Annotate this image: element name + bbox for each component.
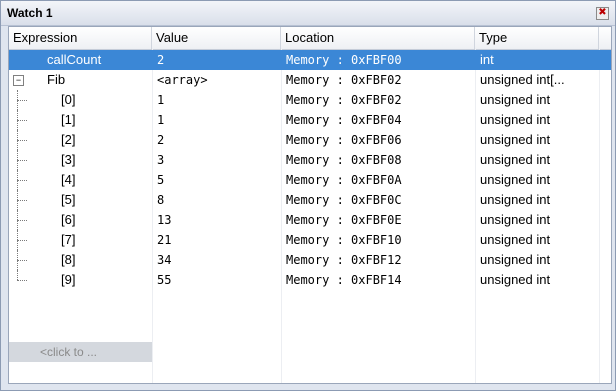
table-row[interactable]: [4] 5 Memory : 0xFBF0A unsigned int bbox=[9, 170, 611, 190]
cell-location: Memory : 0xFBF14 bbox=[286, 273, 402, 287]
tree-branch bbox=[17, 120, 27, 121]
cell-expr: [5] bbox=[61, 192, 76, 207]
table-row[interactable]: [1] 1 Memory : 0xFBF04 unsigned int bbox=[9, 110, 611, 130]
table-row[interactable]: callCount 2 Memory : 0xFBF00 int bbox=[9, 50, 611, 70]
tree-branch bbox=[17, 100, 27, 101]
cell-location: Memory : 0xFBF00 bbox=[286, 53, 402, 67]
cell-value: 2 bbox=[157, 133, 165, 147]
column-header-type[interactable]: Type bbox=[475, 27, 599, 49]
cell-expr: [6] bbox=[61, 212, 76, 227]
cell-value: 55 bbox=[157, 273, 172, 287]
cell-expr: [0] bbox=[61, 92, 76, 107]
tree-branch bbox=[17, 180, 27, 181]
tree-line bbox=[17, 270, 18, 280]
tree-branch bbox=[17, 240, 27, 241]
cell-value: 13 bbox=[157, 213, 172, 227]
watch-grid: Expression Value Location Type callCount… bbox=[8, 26, 612, 384]
add-watch-placeholder[interactable]: <click to ... bbox=[9, 342, 152, 362]
watch-titlebar: Watch 1 ✖ bbox=[1, 1, 615, 26]
cell-type: unsigned int bbox=[480, 192, 551, 207]
cell-type: unsigned int bbox=[480, 132, 551, 147]
table-row[interactable]: [6] 13 Memory : 0xFBF0E unsigned int bbox=[9, 210, 611, 230]
cell-expr: [7] bbox=[61, 232, 76, 247]
cell-expr: callCount bbox=[47, 52, 102, 67]
cell-expr: [1] bbox=[61, 112, 76, 127]
cell-type: unsigned int bbox=[480, 92, 551, 107]
cell-type: unsigned int bbox=[480, 212, 551, 227]
tree-branch bbox=[17, 140, 27, 141]
table-row[interactable]: [5] 8 Memory : 0xFBF0C unsigned int bbox=[9, 190, 611, 210]
cell-value: 2 bbox=[157, 53, 165, 67]
tree-branch bbox=[17, 260, 27, 261]
cell-location: Memory : 0xFBF0A bbox=[286, 173, 402, 187]
tree-branch bbox=[17, 280, 27, 281]
cell-expr: [3] bbox=[61, 152, 76, 167]
cell-value: 1 bbox=[157, 93, 165, 107]
cell-location: Memory : 0xFBF10 bbox=[286, 233, 402, 247]
cell-value: 3 bbox=[157, 153, 165, 167]
table-row[interactable]: [7] 21 Memory : 0xFBF10 unsigned int bbox=[9, 230, 611, 250]
column-header-value[interactable]: Value bbox=[152, 27, 281, 49]
cell-value: 21 bbox=[157, 233, 172, 247]
cell-value: <array> bbox=[157, 73, 208, 87]
table-row[interactable]: [2] 2 Memory : 0xFBF06 unsigned int bbox=[9, 130, 611, 150]
add-watch-row[interactable]: <click to ... bbox=[9, 342, 611, 368]
cell-value: 5 bbox=[157, 173, 165, 187]
cell-location: Memory : 0xFBF0C bbox=[286, 193, 402, 207]
cell-type: unsigned int bbox=[480, 272, 551, 287]
cell-type: unsigned int bbox=[480, 232, 551, 247]
cell-type: unsigned int[... bbox=[480, 72, 565, 87]
table-row[interactable]: [3] 3 Memory : 0xFBF08 unsigned int bbox=[9, 150, 611, 170]
tree-branch bbox=[17, 200, 27, 201]
cell-type: unsigned int bbox=[480, 152, 551, 167]
column-header-location[interactable]: Location bbox=[281, 27, 475, 49]
table-row[interactable]: Fib <array> Memory : 0xFBF02 unsigned int[.… bbox=[9, 70, 611, 90]
close-icon[interactable]: ✖ bbox=[596, 7, 609, 20]
tree-branch bbox=[17, 220, 27, 221]
table-row[interactable]: [0] 1 Memory : 0xFBF02 unsigned int bbox=[9, 90, 611, 110]
table-row[interactable]: [8] 34 Memory : 0xFBF12 unsigned int bbox=[9, 250, 611, 270]
cell-location: Memory : 0xFBF02 bbox=[286, 73, 402, 87]
cell-location: Memory : 0xFBF0E bbox=[286, 213, 402, 227]
cell-location: Memory : 0xFBF08 bbox=[286, 153, 402, 167]
cell-expr: [4] bbox=[61, 172, 76, 187]
cell-value: 34 bbox=[157, 253, 172, 267]
cell-location: Memory : 0xFBF12 bbox=[286, 253, 402, 267]
cell-value: 1 bbox=[157, 113, 165, 127]
cell-type: unsigned int bbox=[480, 252, 551, 267]
cell-expr: [2] bbox=[61, 132, 76, 147]
cell-location: Memory : 0xFBF06 bbox=[286, 133, 402, 147]
table-row[interactable]: [9] 55 Memory : 0xFBF14 unsigned int bbox=[9, 270, 611, 290]
tree-branch bbox=[17, 160, 27, 161]
watch-panel: Watch 1 ✖ Expression Value Location Type… bbox=[0, 0, 616, 391]
cell-expr: Fib bbox=[47, 72, 66, 87]
grid-header: Expression Value Location Type bbox=[9, 27, 611, 50]
cell-type: unsigned int bbox=[480, 112, 551, 127]
cell-expr: [9] bbox=[61, 272, 76, 287]
cell-type: unsigned int bbox=[480, 172, 551, 187]
cell-location: Memory : 0xFBF02 bbox=[286, 93, 402, 107]
cell-location: Memory : 0xFBF04 bbox=[286, 113, 402, 127]
column-header-expression[interactable]: Expression bbox=[9, 27, 152, 49]
cell-expr: [8] bbox=[61, 252, 76, 267]
cell-value: 8 bbox=[157, 193, 165, 207]
cell-type: int bbox=[480, 52, 494, 67]
window-title: Watch 1 bbox=[7, 6, 53, 20]
collapse-icon[interactable]: − bbox=[13, 75, 24, 86]
